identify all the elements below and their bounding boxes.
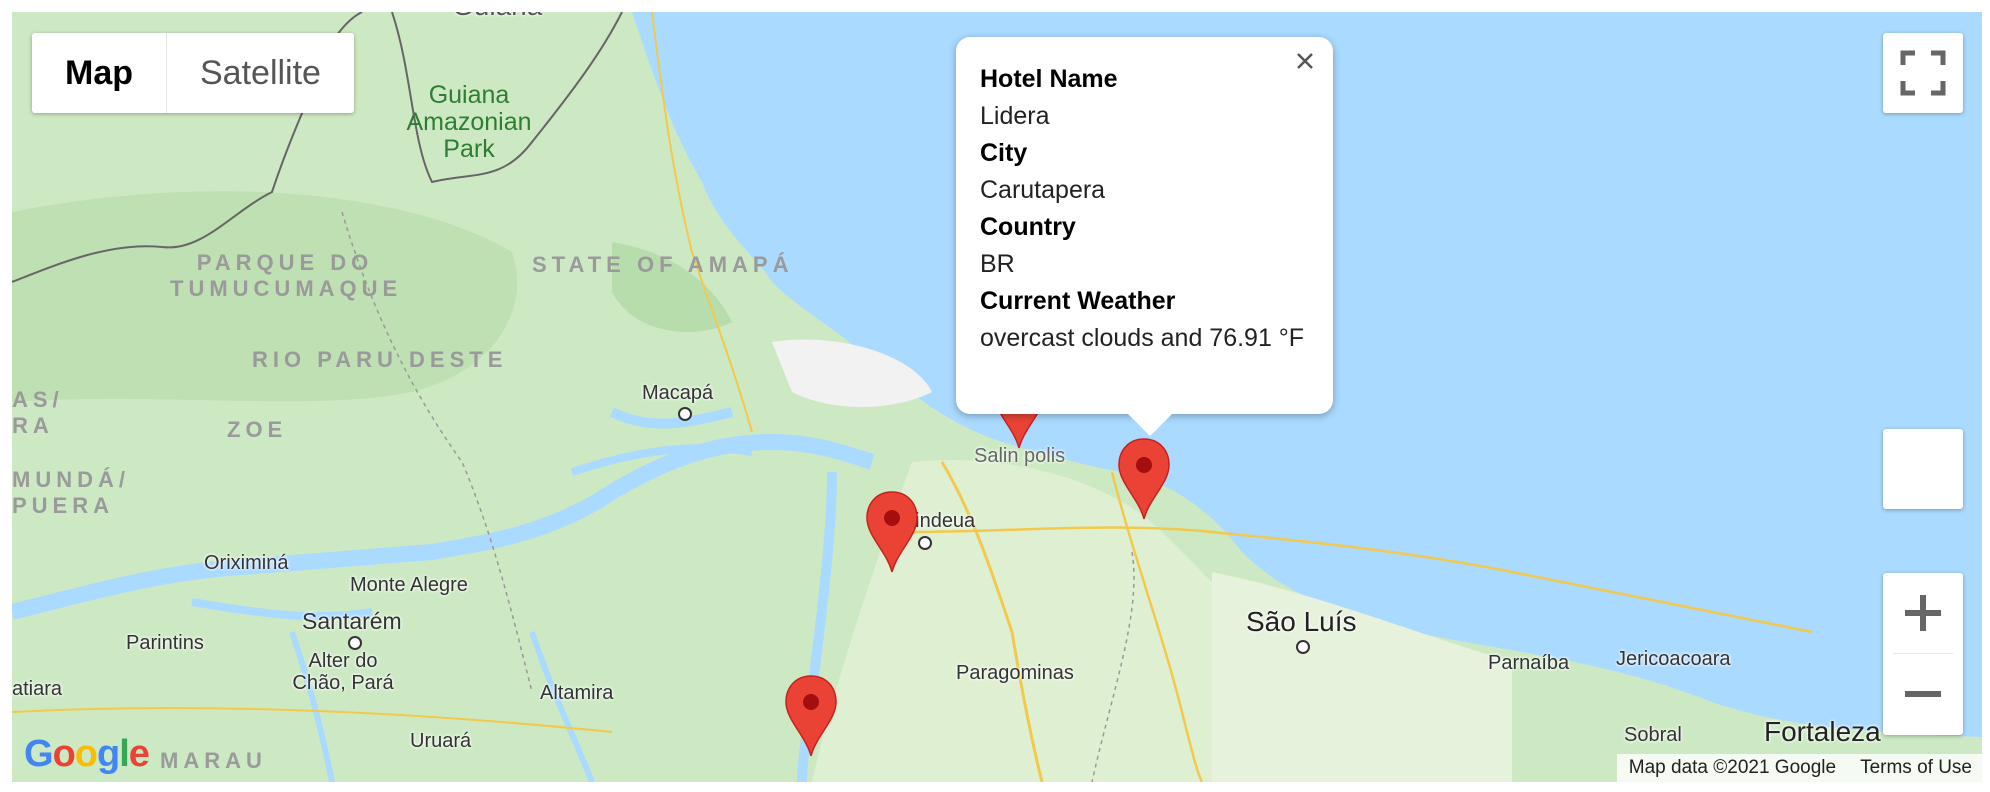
map-marker[interactable] xyxy=(784,674,838,758)
city-label-alter-do-chao: Alter do Chão, Pará xyxy=(292,650,394,694)
map-marker[interactable] xyxy=(1117,437,1171,521)
info-value-country: BR xyxy=(980,250,1015,278)
city-label-macapa: Macapá xyxy=(642,382,714,404)
city-dot-macapa xyxy=(678,407,692,421)
city-label-jericoacoara: Jericoacoara xyxy=(1616,648,1731,670)
map-data-text: Map data ©2021 Google xyxy=(1628,757,1837,778)
info-key-hotel-name: Hotel Name xyxy=(980,65,1118,93)
city-label-sao-luis: São Luís xyxy=(1246,606,1357,637)
attribution-bar: Map data ©2021 Google Terms of Use xyxy=(1616,754,1982,782)
city-dot-sao-luis xyxy=(1296,640,1310,654)
info-key-current-weather: Current Weather xyxy=(980,287,1176,315)
city-label-paragominas: Paragominas xyxy=(956,662,1074,684)
city-label-fortaleza: Fortaleza xyxy=(1764,716,1881,747)
zoom-out-button[interactable] xyxy=(1883,654,1963,734)
region-label-maraua: MARAU xyxy=(160,748,267,773)
city-label-oriximina: Oriximiná xyxy=(204,552,289,574)
info-key-city: City xyxy=(980,139,1028,167)
city-label-guiana-top: Guiana xyxy=(452,12,542,22)
zoom-control xyxy=(1883,573,1963,735)
city-label-parnaiba: Parnaíba xyxy=(1488,652,1570,674)
map-type-map-button[interactable]: Map xyxy=(32,33,167,113)
region-label-paru: RIO PARU DESTE xyxy=(252,347,508,372)
info-key-country: Country xyxy=(980,213,1076,241)
city-dot-santarem xyxy=(348,636,362,650)
info-value-city: Carutapera xyxy=(980,176,1106,204)
region-label-mundurucania: MUNDÁ/ PUERA xyxy=(12,467,130,518)
city-label-uruara: Uruará xyxy=(410,730,472,752)
region-label-tumucumaque: PARQUE DO TUMUCUMAQUE xyxy=(170,250,403,301)
city-label-sobral: Sobral xyxy=(1624,724,1682,746)
city-dot-ananindeua xyxy=(918,536,932,550)
fullscreen-icon xyxy=(1900,50,1946,96)
map-type-control: Map Satellite xyxy=(32,33,354,113)
plus-icon xyxy=(1905,595,1941,631)
map-canvas[interactable]: STATE OF AMAPÁ PARQUE DO TUMUCUMAQUE RIO… xyxy=(12,12,1982,782)
info-window-content: Hotel Name Lidera City Carutapera Countr… xyxy=(980,61,1304,357)
region-label-tas: AS/ RA xyxy=(12,387,64,438)
region-label-amapa: STATE OF AMAPÁ xyxy=(532,252,794,277)
city-label-altamira: Altamira xyxy=(540,682,614,704)
map-type-satellite-button[interactable]: Satellite xyxy=(167,33,354,113)
fullscreen-button[interactable] xyxy=(1883,33,1963,113)
city-label-parintins: Parintins xyxy=(126,632,204,654)
city-label-monte-alegre: Monte Alegre xyxy=(350,574,468,596)
park-label-guiana: Guiana Amazonian Park xyxy=(406,81,532,163)
zoom-in-button[interactable] xyxy=(1883,573,1963,653)
city-label-santarem: Santarém xyxy=(302,608,402,634)
info-value-current-weather: overcast clouds and 76.91 °F xyxy=(980,324,1305,352)
region-label-zoe: ZOE xyxy=(227,417,288,442)
info-value-hotel-name: Lidera xyxy=(980,102,1050,130)
minus-icon xyxy=(1905,691,1941,697)
info-window: Hotel Name Lidera City Carutapera Countr… xyxy=(956,37,1333,436)
city-label-atiara: atiara xyxy=(12,678,63,700)
info-window-tail xyxy=(1128,414,1172,436)
terms-of-use-link[interactable]: Terms of Use xyxy=(1860,754,1972,782)
google-logo: Google xyxy=(24,733,150,775)
map-marker[interactable] xyxy=(865,490,919,574)
street-view-control[interactable] xyxy=(1883,429,1963,509)
